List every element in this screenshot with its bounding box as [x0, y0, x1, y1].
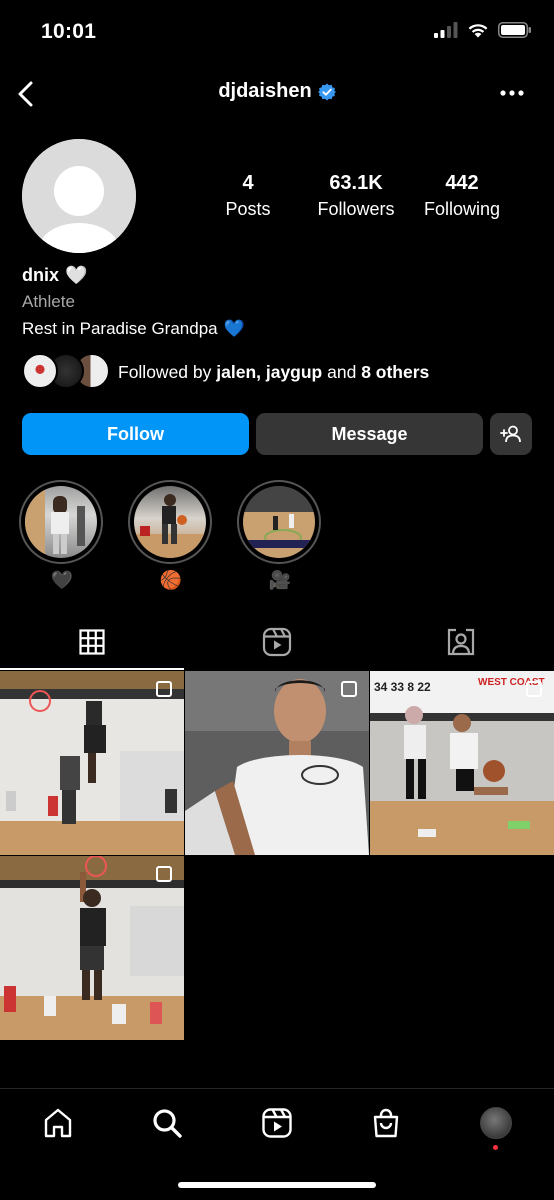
white-heart-emoji: 🤍: [65, 264, 88, 285]
stat-following[interactable]: 442 Following: [407, 172, 517, 220]
active-tab-indicator: [0, 668, 184, 670]
stat-number: 63.1K: [329, 172, 383, 194]
stat-label: Followers: [317, 199, 395, 219]
reels-icon: [262, 1108, 292, 1138]
bio-text: Rest in Paradise Grandpa: [22, 319, 218, 338]
highlight-cover-art: [243, 486, 315, 558]
profile-avatar-icon: [480, 1107, 512, 1139]
highlight-ring: [237, 480, 321, 564]
highlight-label: 🎥: [268, 570, 292, 590]
highlight-label: 🖤: [50, 570, 74, 590]
post-thumbnail[interactable]: [185, 671, 369, 855]
highlight-ring: [19, 480, 103, 564]
search-icon: [153, 1109, 182, 1138]
story-highlight[interactable]: 🎥: [237, 480, 323, 592]
nav-home[interactable]: [38, 1103, 78, 1143]
nav-search[interactable]: [147, 1103, 187, 1143]
follow-button[interactable]: Follow: [22, 413, 249, 455]
post-image: 34 33 8 22 WEST COAST: [370, 671, 554, 855]
story-highlight[interactable]: 🖤: [19, 480, 105, 592]
shop-icon: [373, 1108, 399, 1138]
signal-icon: [434, 22, 458, 38]
home-icon: [44, 1108, 72, 1138]
tab-tagged[interactable]: [369, 615, 553, 669]
highlight-cover: [134, 486, 206, 558]
multiple-posts-icon: [341, 681, 357, 697]
followed-users: jalen, jaygup: [216, 361, 323, 382]
nav-reels[interactable]: [257, 1103, 297, 1143]
tab-grid[interactable]: [0, 615, 184, 669]
tab-reels[interactable]: [185, 615, 369, 669]
status-time: 10:01: [41, 20, 97, 43]
highlight-cover-art: [25, 486, 85, 558]
highlight-cover: [243, 486, 315, 558]
highlight-cover: [25, 486, 97, 558]
highlight-label: 🏀: [159, 570, 183, 590]
notification-dot: [493, 1145, 498, 1150]
nav-shop[interactable]: [366, 1103, 406, 1143]
followed-prefix: Followed by: [118, 361, 217, 382]
story-highlight[interactable]: 🏀: [128, 480, 214, 592]
post-image: [185, 671, 369, 855]
suggested-users-button[interactable]: [490, 413, 532, 455]
svg-text:34 33 8 22: 34 33 8 22: [374, 680, 431, 694]
stat-followers[interactable]: 63.1K Followers: [301, 172, 411, 220]
display-name: dnix: [22, 264, 60, 285]
multiple-posts-icon: [156, 681, 172, 697]
verified-badge-icon: [317, 83, 336, 100]
message-button[interactable]: Message: [256, 413, 483, 455]
post-image: [0, 671, 184, 855]
bio-text-row: Rest in Paradise Grandpa 💙: [22, 318, 532, 340]
nav-profile[interactable]: [476, 1103, 516, 1150]
grid-icon: [79, 629, 105, 655]
more-options-icon[interactable]: [500, 88, 524, 98]
stat-number: 442: [445, 172, 479, 194]
followed-middle: and: [322, 361, 362, 382]
post-image: [0, 856, 184, 1040]
username-title: djdaishen: [0, 80, 554, 103]
home-indicator[interactable]: [178, 1182, 376, 1188]
multiple-posts-icon: [526, 681, 542, 697]
followed-by-row[interactable]: Followed by jalen, jaygup and 8 others: [22, 353, 532, 391]
stat-label: Posts: [225, 199, 271, 219]
stat-posts[interactable]: 4 Posts: [193, 172, 303, 220]
post-thumbnail[interactable]: [0, 671, 184, 855]
mutual-avatars: [22, 353, 110, 391]
multiple-posts-icon: [156, 866, 172, 882]
profile-tabs: [0, 615, 554, 671]
wifi-icon: [468, 24, 488, 38]
blue-heart-emoji: 💙: [223, 319, 245, 338]
profile-category: Athlete: [22, 292, 75, 311]
profile-bio: dnix 🤍 Athlete Rest in Paradise Grandpa …: [22, 264, 532, 340]
status-icons: [434, 22, 532, 38]
battery-icon: [498, 22, 531, 38]
stat-number: 4: [242, 172, 254, 194]
post-thumbnail[interactable]: [0, 856, 184, 1040]
highlight-ring: [128, 480, 212, 564]
post-thumbnail[interactable]: 34 33 8 22 WEST COAST: [370, 671, 554, 855]
add-person-icon: [500, 425, 521, 443]
status-bar: 10:01: [0, 0, 554, 66]
highlight-cover-art: [134, 494, 206, 558]
display-name-row: dnix 🤍: [22, 264, 532, 286]
profile-header: djdaishen: [0, 66, 554, 122]
profile-stats: 4 Posts 63.1K Followers 442 Following: [0, 172, 554, 222]
header-username: djdaishen: [218, 80, 312, 102]
stat-label: Following: [423, 199, 501, 219]
reels-icon: [262, 627, 292, 657]
followed-by-text: Followed by jalen, jaygup and 8 others: [118, 362, 429, 383]
tagged-icon: [447, 628, 475, 656]
followed-others: 8 others: [361, 361, 430, 382]
mutual-avatar: [22, 353, 58, 389]
